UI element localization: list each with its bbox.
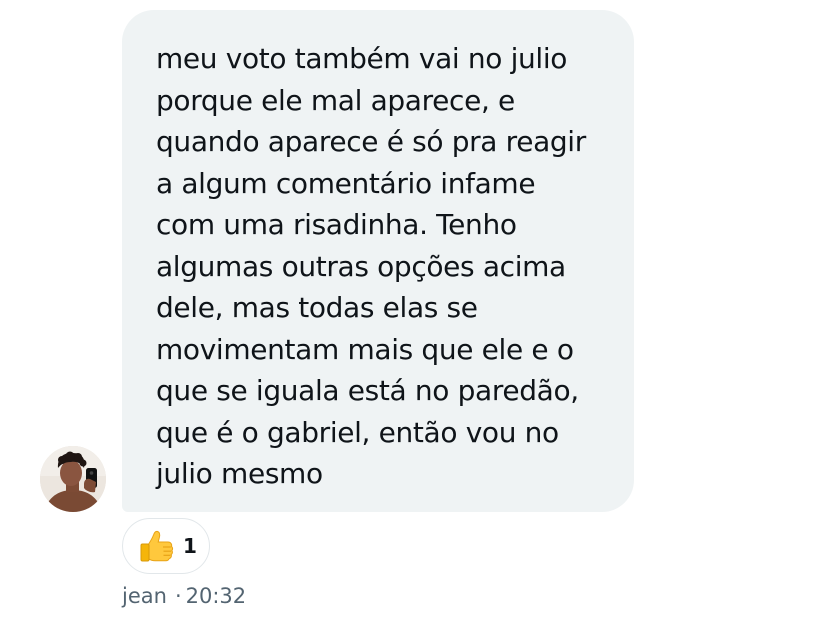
reaction-pill[interactable]: 1: [122, 518, 210, 574]
message-bubble[interactable]: meu voto também vai no julio porque ele …: [122, 10, 634, 512]
meta-separator: ·: [174, 584, 182, 608]
avatar[interactable]: [40, 446, 106, 512]
reaction-count: 1: [183, 534, 197, 558]
thumbs-up-icon: [140, 530, 174, 562]
message-time: 20:32: [185, 584, 247, 608]
avatar-photo-icon: [40, 446, 106, 512]
message-meta: jean · 20:32: [122, 584, 246, 608]
sender-name[interactable]: jean: [122, 584, 167, 608]
message-text: meu voto também vai no julio porque ele …: [156, 42, 586, 490]
message-row: meu voto também vai no julio porque ele …: [0, 0, 828, 635]
